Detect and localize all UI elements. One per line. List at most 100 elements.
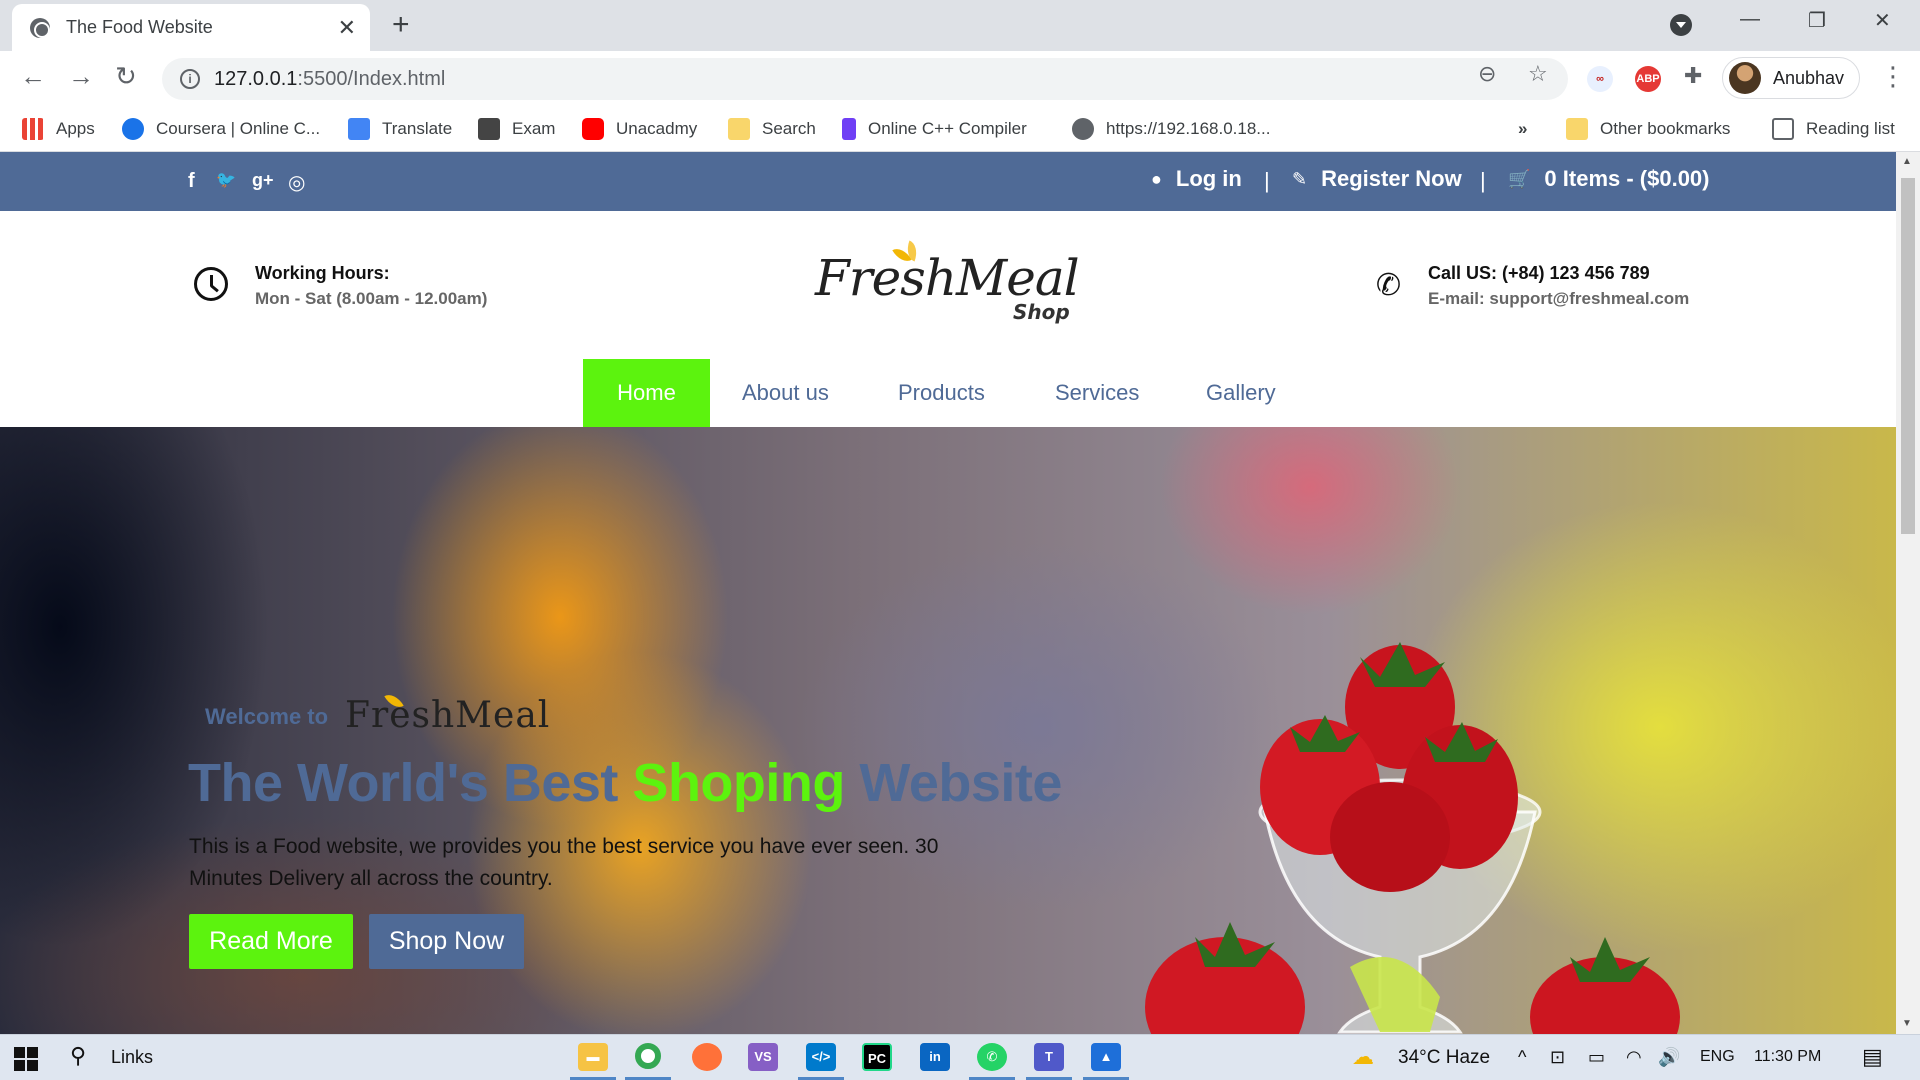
bookmark-ip[interactable]: https://192.168.0.18... — [1072, 106, 1270, 152]
search-icon[interactable]: ⚲ — [70, 1043, 86, 1069]
facebook-icon[interactable]: f — [188, 170, 195, 193]
weather-icon: ☁ — [1352, 1044, 1374, 1069]
bookmark-apps[interactable]: Apps — [22, 106, 95, 152]
clock-text[interactable]: 11:30 PM — [1754, 1048, 1821, 1066]
visual-studio-icon[interactable]: VS — [748, 1043, 778, 1071]
bookmark-cpp-compiler[interactable]: Online C++ Compiler — [842, 106, 1027, 152]
tab-search-icon[interactable] — [1670, 14, 1692, 36]
nav-services[interactable]: Services — [1055, 359, 1139, 427]
site-logo[interactable]: FreshMeal — [815, 249, 1080, 307]
chrome-icon[interactable] — [635, 1043, 661, 1069]
bookmark-unacadmy[interactable]: Unacadmy — [582, 106, 697, 152]
bookmark-search[interactable]: Search — [728, 106, 816, 152]
nav-about-us[interactable]: About us — [742, 359, 829, 427]
headline-part: The World's Best — [188, 753, 633, 813]
exam-icon — [478, 118, 500, 140]
window-close-icon[interactable]: ✕ — [1874, 8, 1891, 33]
scroll-thumb[interactable] — [1901, 178, 1915, 534]
url-text: 127.0.0.1:5500/Index.html — [214, 68, 445, 91]
user-icon: ● — [1151, 168, 1162, 189]
youtube-icon — [582, 118, 604, 140]
working-hours-title: Working Hours: — [255, 263, 390, 283]
apps-grid-icon — [22, 118, 44, 140]
bookmark-label: Exam — [512, 119, 556, 138]
restore-icon[interactable]: ❐ — [1808, 8, 1826, 33]
coursera-icon — [122, 118, 144, 140]
photos-icon[interactable]: ▲ — [1091, 1043, 1121, 1071]
new-tab-button[interactable]: + — [392, 10, 410, 40]
show-hidden-icons[interactable]: ^ — [1518, 1047, 1526, 1068]
extension-glasses-icon[interactable]: ∞ — [1587, 66, 1613, 92]
address-bar[interactable]: i 127.0.0.1:5500/Index.html — [162, 58, 1568, 100]
windows-start-icon[interactable] — [14, 1047, 38, 1071]
nav-products[interactable]: Products — [898, 359, 985, 427]
register-label: Register Now — [1321, 166, 1462, 191]
phone-icon: ✆ — [1376, 269, 1402, 302]
teams-icon[interactable]: T — [1034, 1043, 1064, 1071]
browser-menu-icon[interactable]: ⋮ — [1880, 61, 1906, 92]
wifi-icon[interactable]: ◠ — [1626, 1047, 1642, 1068]
edit-icon: ✎ — [1292, 168, 1308, 189]
whatsapp-icon[interactable]: ✆ — [977, 1043, 1007, 1071]
notifications-icon[interactable]: ▤ — [1862, 1044, 1883, 1070]
register-link[interactable]: ✎ Register Now — [1292, 166, 1462, 192]
zoom-icon[interactable]: ⊖ — [1478, 61, 1496, 87]
bookmark-star-icon[interactable]: ☆ — [1528, 61, 1548, 87]
close-tab-icon[interactable]: ✕ — [338, 15, 356, 41]
bookmarks-overflow-button[interactable]: » — [1518, 106, 1527, 152]
nav-gallery[interactable]: Gallery — [1206, 359, 1276, 427]
url-host: 127.0.0.1 — [214, 67, 298, 90]
bookmark-label: Apps — [56, 119, 95, 138]
call-us-text: Call US: (+84) 123 456 789 — [1428, 263, 1650, 283]
taskbar-search-label[interactable]: Links — [111, 1047, 153, 1068]
bookmark-other[interactable]: Other bookmarks — [1566, 106, 1730, 152]
pycharm-icon[interactable]: PC — [862, 1043, 892, 1071]
vscode-icon[interactable]: </> — [806, 1043, 836, 1071]
login-link[interactable]: ● Log in — [1151, 166, 1242, 192]
forward-icon[interactable]: → — [68, 61, 94, 92]
bookmark-label: https://192.168.0.18... — [1106, 119, 1271, 138]
battery-icon[interactable]: ▭ — [1588, 1047, 1605, 1068]
bookmark-translate[interactable]: Translate — [348, 106, 452, 152]
back-icon[interactable]: ← — [20, 61, 46, 92]
instagram-icon[interactable]: ◎ — [288, 170, 305, 195]
bookmark-label: Other bookmarks — [1600, 119, 1731, 138]
shop-now-button[interactable]: Shop Now — [369, 914, 524, 969]
linkedin-icon[interactable]: in — [920, 1043, 950, 1071]
site-infobar: Working Hours: Mon - Sat (8.00am - 12.00… — [0, 211, 1896, 346]
nav-home[interactable]: Home — [583, 359, 710, 427]
working-hours-value: Mon - Sat (8.00am - 12.00am) — [255, 289, 488, 308]
cart-link[interactable]: 🛒 0 Items - ($0.00) — [1508, 166, 1710, 192]
extensions-puzzle-icon[interactable]: ✚ — [1684, 63, 1702, 89]
minimize-icon[interactable]: — — [1740, 8, 1760, 31]
volume-icon[interactable]: 🔊 — [1658, 1047, 1680, 1068]
page-scrollbar[interactable]: ▲ ▼ — [1896, 152, 1920, 1034]
firefox-icon[interactable] — [692, 1043, 722, 1071]
site-info-icon[interactable]: i — [180, 69, 200, 89]
bookmark-coursera[interactable]: Coursera | Online C... — [122, 106, 320, 152]
cart-icon: 🛒 — [1508, 168, 1531, 189]
scroll-up-icon[interactable]: ▲ — [1902, 156, 1912, 167]
language-indicator[interactable]: ENG — [1700, 1048, 1735, 1066]
scroll-down-icon[interactable]: ▼ — [1902, 1018, 1912, 1029]
profile-button[interactable]: Anubhav — [1722, 57, 1860, 99]
read-more-button[interactable]: Read More — [189, 914, 353, 969]
reload-icon[interactable]: ↻ — [115, 61, 137, 92]
tray-app-icon[interactable]: ⊡ — [1550, 1047, 1565, 1068]
browser-tab-active[interactable]: The Food Website ✕ — [12, 4, 370, 51]
google-plus-icon[interactable]: g+ — [252, 170, 274, 191]
reading-list-button[interactable]: Reading list — [1772, 106, 1895, 152]
twitter-icon[interactable]: 🐦 — [216, 170, 236, 190]
bookmarks-bar: Apps Coursera | Online C... Translate Ex… — [0, 106, 1920, 152]
hero-brand: FreshMeal — [345, 695, 551, 736]
adblock-icon[interactable]: ABP — [1635, 66, 1661, 92]
url-path: :5500/Index.html — [297, 67, 446, 90]
bookmark-label: Unacadmy — [616, 119, 698, 138]
bookmark-label: Reading list — [1806, 119, 1895, 138]
compiler-icon — [842, 118, 856, 140]
bookmark-label: Online C++ Compiler — [868, 119, 1027, 138]
bookmark-exam[interactable]: Exam — [478, 106, 555, 152]
weather-text[interactable]: 34°C Haze — [1398, 1047, 1490, 1069]
file-explorer-icon[interactable]: ▬ — [578, 1043, 608, 1071]
strawberry-image — [1530, 937, 1680, 1034]
